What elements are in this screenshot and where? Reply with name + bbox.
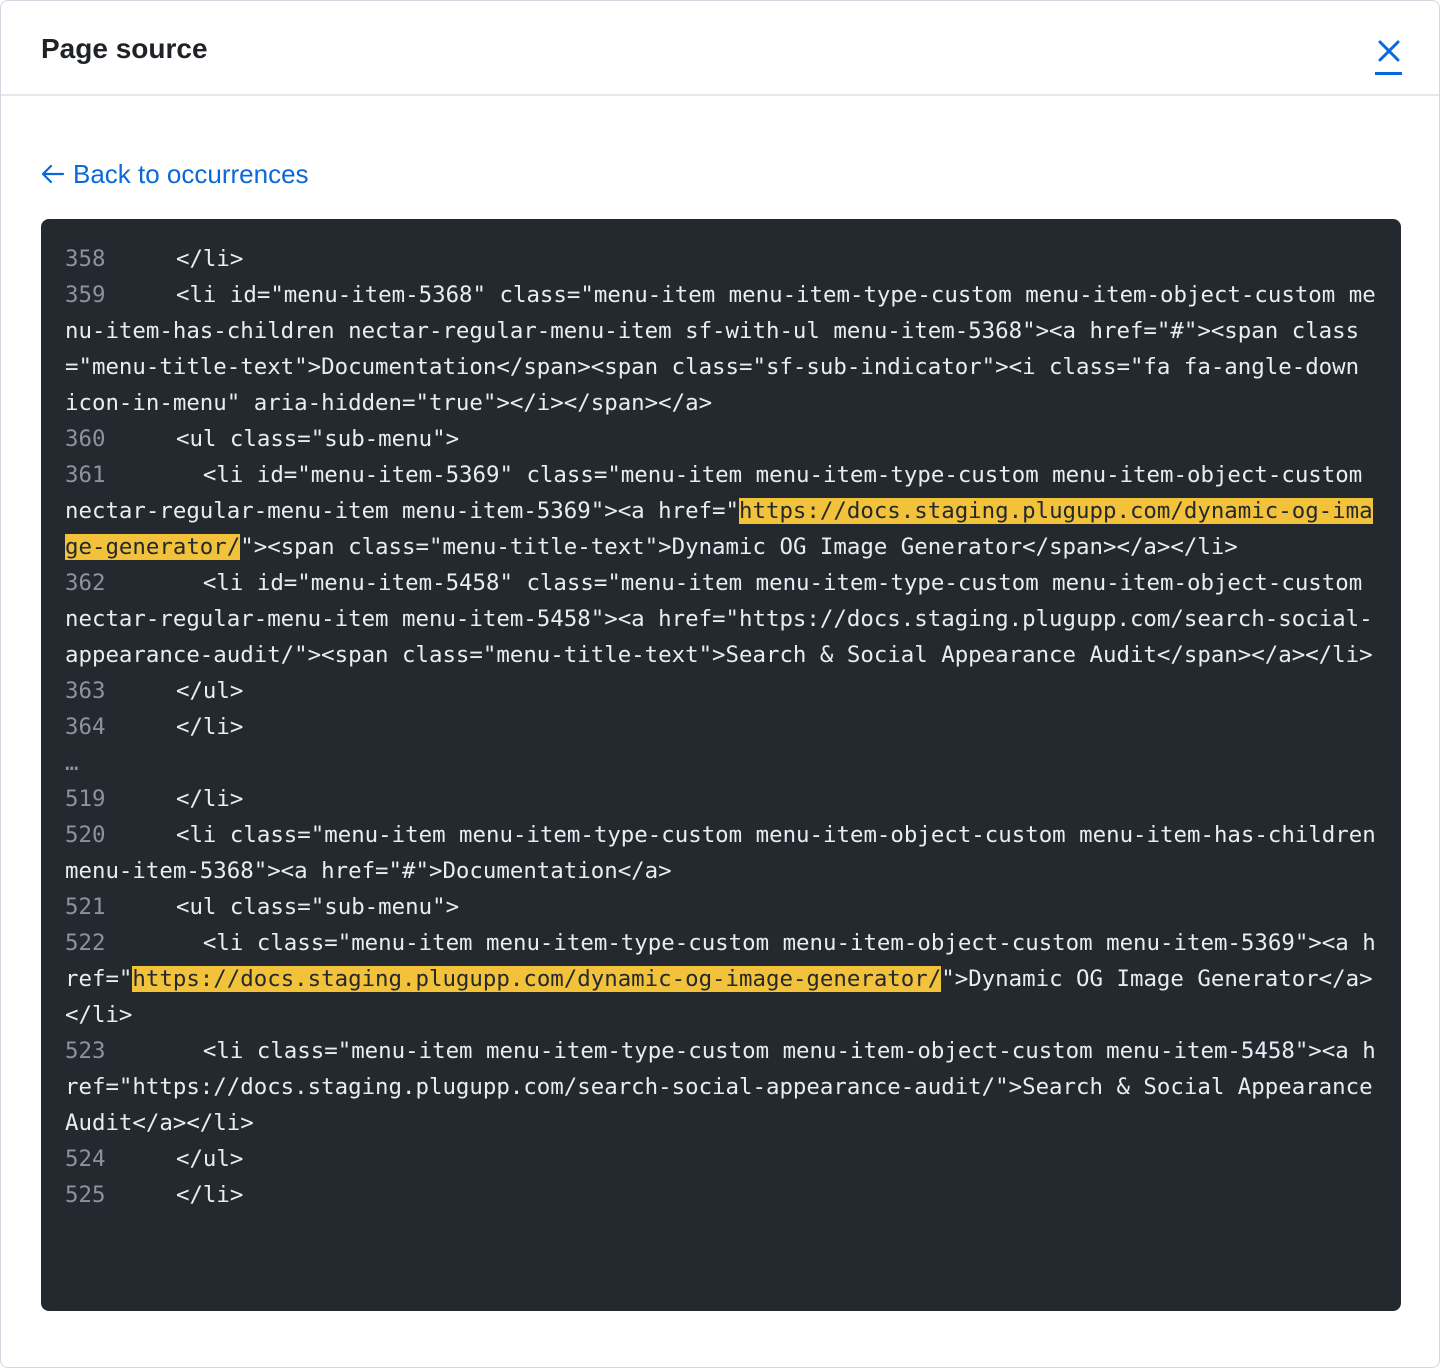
code-line: 358 </li> [65, 241, 1377, 277]
code-line: 520 <li class="menu-item menu-item-type-… [65, 817, 1377, 889]
close-underline [1375, 72, 1402, 75]
code-text: <li id="menu-item-5458" class="menu-item… [65, 570, 1376, 668]
line-number: 520 [65, 822, 106, 848]
code-text: <ul class="sub-menu"> [149, 426, 460, 452]
arrow-left-icon [41, 164, 65, 184]
source-code: 358 </li> 359 <li id="menu-item-5368" cla… [65, 241, 1377, 1213]
code-panel[interactable]: 358 </li> 359 <li id="menu-item-5368" cla… [41, 219, 1401, 1311]
code-line: 363 </ul> [65, 673, 1377, 709]
line-number: 360 [65, 426, 106, 452]
code-text: "><span class="menu-title-text">Dynamic … [240, 534, 1238, 560]
code-ellipsis: … [65, 750, 79, 776]
code-text: <li class="menu-item menu-item-type-cust… [65, 822, 1390, 884]
line-number: 362 [65, 570, 106, 596]
code-text: <li id="menu-item-5368" class="menu-item… [65, 282, 1376, 416]
code-line: 360 <ul class="sub-menu"> [65, 421, 1377, 457]
modal-header: Page source [1, 1, 1439, 96]
code-line: 521 <ul class="sub-menu"> [65, 889, 1377, 925]
code-text: </li> [149, 246, 244, 272]
page-source-modal: Page source Back to occurrences 358 </li… [0, 0, 1440, 1368]
code-line: … [65, 745, 1377, 781]
back-link-label: Back to occurrences [73, 158, 309, 189]
line-number: 361 [65, 462, 106, 488]
code-text: </ul> [149, 1146, 244, 1172]
line-number: 364 [65, 714, 106, 740]
highlighted-match: https://docs.staging.plugupp.com/dynamic… [132, 966, 942, 992]
code-line: 519 </li> [65, 781, 1377, 817]
code-line: 523 <li class="menu-item menu-item-type-… [65, 1033, 1377, 1141]
code-text: <li class="menu-item menu-item-type-cust… [65, 1038, 1387, 1136]
line-number: 523 [65, 1038, 106, 1064]
modal-title: Page source [41, 33, 208, 64]
line-number: 525 [65, 1182, 106, 1208]
code-line: 361 <li id="menu-item-5369" class="menu-… [65, 457, 1377, 565]
line-number: 522 [65, 930, 106, 956]
code-line: 524 </ul> [65, 1141, 1377, 1177]
line-number: 363 [65, 678, 106, 704]
code-line: 522 <li class="menu-item menu-item-type-… [65, 925, 1377, 1033]
code-text: </li> [149, 714, 244, 740]
code-text: </li> [149, 1182, 244, 1208]
line-number: 359 [65, 282, 106, 308]
code-line: 364 </li> [65, 709, 1377, 745]
close-button[interactable] [1369, 33, 1409, 77]
code-line: 362 <li id="menu-item-5458" class="menu-… [65, 565, 1377, 673]
line-number: 519 [65, 786, 106, 812]
line-number: 521 [65, 894, 106, 920]
back-to-occurrences-link[interactable]: Back to occurrences [41, 157, 309, 191]
code-line: 525 </li> [65, 1177, 1377, 1213]
line-number: 358 [65, 246, 106, 272]
line-number: 524 [65, 1146, 106, 1172]
close-icon [1378, 40, 1400, 62]
code-text: </li> [149, 786, 244, 812]
code-line: 359 <li id="menu-item-5368" class="menu-… [65, 277, 1377, 421]
code-text: </ul> [149, 678, 244, 704]
code-text: <ul class="sub-menu"> [149, 894, 460, 920]
